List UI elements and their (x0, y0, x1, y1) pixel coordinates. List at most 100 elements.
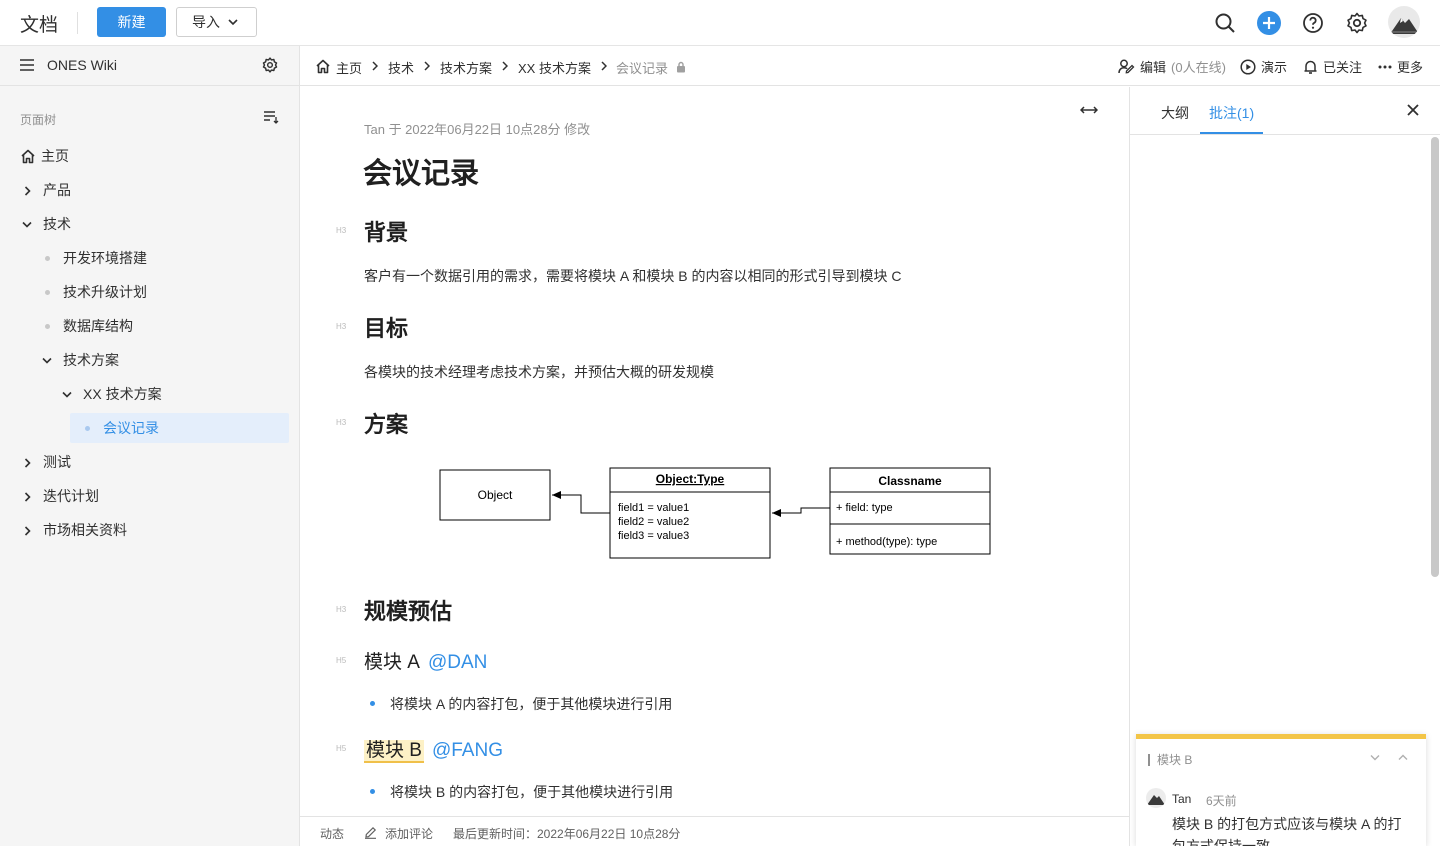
tree-item-label: XX 技术方案 (83, 386, 162, 402)
top-bar: 文档 新建 导入 (0, 0, 1440, 46)
sidebar: ONES Wiki 页面树 主页 产品 技术 开发环境搭建 技术升级计划 数据库… (0, 46, 300, 846)
import-button[interactable]: 导入 (176, 7, 257, 37)
tree-item-label: 数据库结构 (63, 318, 133, 334)
chevron-right-icon (372, 61, 378, 71)
breadcrumb-tech[interactable]: 技术 (388, 58, 414, 77)
comment-time: 6天前 (1206, 794, 1237, 808)
bullet-dot (370, 701, 375, 706)
space-title: ONES Wiki (47, 57, 117, 73)
tree-item-label: 主页 (41, 148, 69, 164)
tree-item-upgrade-plan[interactable]: 技术升级计划 (40, 277, 280, 307)
divider (77, 12, 78, 34)
heading-level-marker: H3 (336, 418, 347, 427)
uml-diagram[interactable]: Object Object:Type field1 = value1 field… (438, 466, 998, 566)
tab-comments[interactable]: 批注(1) (1209, 103, 1254, 123)
document-content: Tan 于 2022年06月22日 10点28分 修改 会议记录 H3 背景 客… (300, 87, 1129, 816)
chevron-right-icon (601, 61, 607, 71)
tree-item-tech-plan[interactable]: 技术方案 (40, 345, 280, 375)
space-settings-icon[interactable] (262, 57, 278, 73)
activity-link[interactable]: 动态 (320, 825, 344, 842)
tab-outline[interactable]: 大纲 (1161, 103, 1189, 123)
bullet-dot (45, 256, 50, 261)
home-icon (21, 149, 35, 164)
menu-icon[interactable] (20, 58, 34, 72)
heading-plan: 方案 (364, 412, 409, 437)
comment-edit-icon (365, 826, 377, 839)
heading-background: 背景 (364, 220, 409, 245)
present-button[interactable]: 演示 (1240, 57, 1287, 76)
bell-icon (1304, 60, 1317, 74)
heading-module-b: 模块 B @FANG (364, 735, 503, 763)
add-icon[interactable] (1255, 9, 1283, 37)
tree-item-marketing[interactable]: 市场相关资料 (20, 515, 280, 545)
mention-dan[interactable]: @DAN (428, 652, 487, 673)
user-avatar[interactable] (1388, 6, 1420, 38)
more-button[interactable]: 更多 (1378, 57, 1423, 76)
breadcrumb-tech-plan[interactable]: 技术方案 (440, 58, 492, 77)
sidebar-header: ONES Wiki (0, 46, 299, 86)
heading-goal: 目标 (364, 316, 409, 341)
uml-field-1: field1 = value1 (618, 502, 689, 514)
expand-width-icon[interactable] (1080, 105, 1098, 115)
tree-item-label: 技术 (43, 216, 71, 232)
bullet-dot (370, 789, 375, 794)
heading-module-a: 模块 A @DAN (364, 647, 487, 674)
chevron-down-icon (22, 221, 32, 228)
app-title: 文档 (20, 15, 59, 36)
page-tree-label: 页面树 (20, 113, 57, 127)
chevron-right-icon (502, 61, 508, 71)
tree-item-db-structure[interactable]: 数据库结构 (40, 311, 280, 341)
comment-card[interactable]: 模块 B Tan 6天前 模块 B 的打包方式应该与模块 A 的打包方式保持一致 (1136, 734, 1426, 846)
heading-level-marker: H5 (336, 744, 347, 753)
sort-icon[interactable] (263, 110, 279, 124)
follow-button[interactable]: 已关注 (1303, 57, 1362, 76)
scrollbar[interactable] (1431, 137, 1439, 577)
status-bar: 动态 添加评论 最后更新时间：2022年06月22日 10点28分 (300, 816, 1129, 846)
doc-meta: Tan 于 2022年06月22日 10点28分 修改 (364, 122, 591, 137)
chevron-right-icon (424, 61, 430, 71)
tree-item-meeting-notes[interactable]: 会议记录 (70, 413, 289, 443)
settings-gear-icon[interactable] (1343, 9, 1371, 37)
tree-item-label: 会议记录 (103, 420, 159, 436)
add-comment-link[interactable]: 添加评论 (385, 825, 433, 842)
breadcrumb-bar: 主页 技术 技术方案 XX 技术方案 会议记录 编辑 (0人在线) 演示 已关注… (300, 46, 1440, 86)
help-icon[interactable] (1299, 9, 1327, 37)
tree-item-label: 市场相关资料 (43, 522, 127, 538)
tree-item-iteration[interactable]: 迭代计划 (20, 481, 280, 511)
breadcrumb-home[interactable]: 主页 (336, 58, 362, 77)
mention-fang[interactable]: @FANG (432, 740, 503, 761)
chevron-down-icon (42, 357, 52, 364)
more-dots-icon (1378, 65, 1392, 68)
uml-class-title: Classname (878, 474, 942, 488)
tree-item-dev-env[interactable]: 开发环境搭建 (40, 243, 280, 273)
edit-label: 编辑 (1140, 60, 1167, 75)
chevron-right-icon (24, 526, 31, 536)
heading-level-marker: H3 (336, 322, 347, 331)
chevron-down-icon[interactable] (1370, 754, 1380, 761)
breadcrumb-xx-tech-plan[interactable]: XX 技术方案 (518, 58, 591, 77)
collaborators-edit-icon (1118, 59, 1135, 74)
uml-field-2: field2 = value2 (618, 516, 689, 528)
follow-label: 已关注 (1323, 60, 1363, 75)
comment-reference: 模块 B (1148, 754, 1192, 766)
tree-item-xx-tech-plan[interactable]: XX 技术方案 (60, 379, 280, 409)
tree-item-label: 开发环境搭建 (63, 250, 147, 266)
close-icon[interactable] (1407, 104, 1419, 116)
bullet-dot (85, 426, 90, 431)
tree-item-label: 技术升级计划 (63, 284, 147, 300)
uml-class-method: + method(type): type (836, 536, 937, 548)
tree-item-home[interactable]: 主页 (20, 141, 280, 171)
new-button[interactable]: 新建 (97, 7, 166, 37)
chevron-right-icon (24, 458, 31, 468)
tree-item-test[interactable]: 测试 (20, 447, 280, 477)
paragraph-goal: 各模块的技术经理考虑技术方案，并预估大概的研发规模 (364, 364, 714, 380)
home-icon[interactable] (315, 59, 331, 74)
tree-item-product[interactable]: 产品 (20, 175, 280, 205)
uml-instance-title: Object:Type (656, 472, 725, 486)
tree-item-tech[interactable]: 技术 (20, 209, 280, 239)
commented-text-highlight[interactable]: 模块 B (364, 740, 424, 763)
chevron-up-icon[interactable] (1398, 754, 1408, 761)
edit-button[interactable]: 编辑 (0人在线) (1118, 57, 1226, 76)
search-icon[interactable] (1211, 9, 1239, 37)
tree-item-label: 技术方案 (63, 352, 119, 368)
